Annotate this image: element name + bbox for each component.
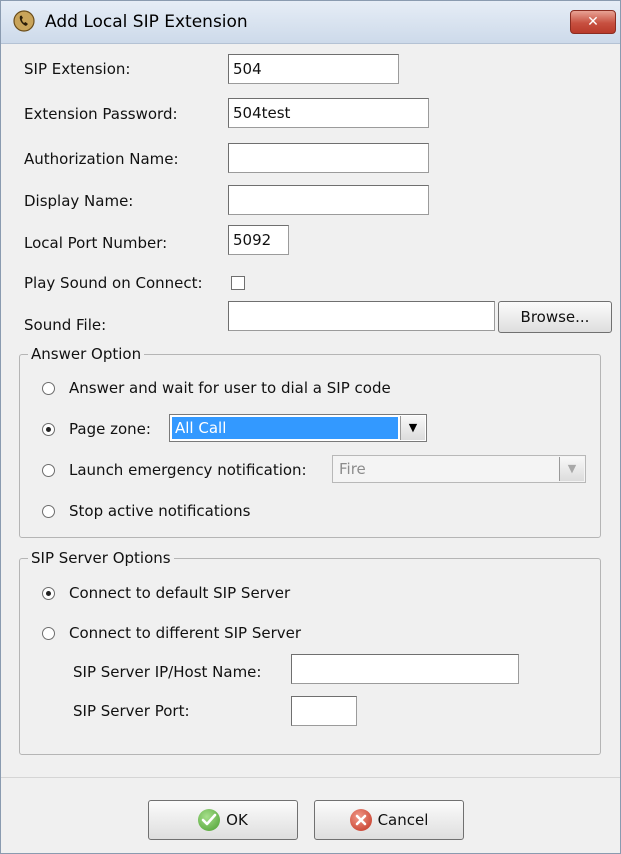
- chevron-down-icon: ▼: [559, 457, 584, 481]
- stop-notifications-radio[interactable]: [42, 505, 55, 518]
- checkmark-icon: [198, 808, 221, 831]
- display-name-label: Display Name:: [24, 192, 134, 210]
- browse-button[interactable]: Browse...: [498, 301, 612, 333]
- page-zone-radio[interactable]: [42, 423, 55, 436]
- sound-file-input[interactable]: [228, 301, 495, 331]
- cancel-x-icon: [349, 808, 372, 831]
- stop-notifications-label[interactable]: Stop active notifications: [69, 502, 250, 520]
- authorization-name-input[interactable]: [228, 143, 429, 173]
- default-server-radio[interactable]: [42, 587, 55, 600]
- sound-file-label: Sound File:: [24, 316, 107, 334]
- launch-emergency-label[interactable]: Launch emergency notification:: [69, 461, 307, 479]
- sip-phone-icon: [13, 10, 35, 32]
- server-port-label: SIP Server Port:: [73, 702, 190, 720]
- close-icon: ✕: [587, 14, 599, 30]
- ok-label: OK: [226, 811, 248, 829]
- play-sound-checkbox[interactable]: [231, 276, 245, 290]
- answer-option-legend: Answer Option: [28, 345, 145, 363]
- emergency-notification-select: Fire ▼: [332, 455, 586, 483]
- server-port-input[interactable]: [291, 696, 357, 726]
- cancel-label: Cancel: [377, 811, 429, 829]
- ok-button[interactable]: OK: [148, 800, 298, 840]
- default-server-label[interactable]: Connect to default SIP Server: [69, 584, 290, 602]
- title-bar[interactable]: Add Local SIP Extension ✕: [1, 1, 620, 44]
- page-zone-selected-value: All Call: [172, 417, 398, 439]
- server-host-label: SIP Server IP/Host Name:: [73, 663, 262, 681]
- sip-extension-label: SIP Extension:: [24, 60, 131, 78]
- answer-wait-label[interactable]: Answer and wait for user to dial a SIP c…: [69, 379, 391, 397]
- different-server-label[interactable]: Connect to different SIP Server: [69, 624, 301, 642]
- extension-password-label: Extension Password:: [24, 105, 178, 123]
- window-title: Add Local SIP Extension: [45, 12, 248, 32]
- dialog-window: Add Local SIP Extension ✕ SIP Extension:…: [0, 0, 621, 854]
- authorization-name-label: Authorization Name:: [24, 150, 179, 168]
- cancel-button[interactable]: Cancel: [314, 800, 464, 840]
- answer-option-group: Answer Option Answer and wait for user t…: [19, 345, 601, 538]
- launch-emergency-radio[interactable]: [42, 464, 55, 477]
- local-port-input[interactable]: 5092: [228, 225, 289, 255]
- different-server-radio[interactable]: [42, 627, 55, 640]
- emergency-selected-value: Fire: [339, 460, 366, 478]
- sip-server-options-group: SIP Server Options Connect to default SI…: [19, 549, 601, 755]
- play-sound-label: Play Sound on Connect:: [24, 274, 203, 292]
- answer-wait-radio[interactable]: [42, 382, 55, 395]
- close-button[interactable]: ✕: [570, 10, 616, 34]
- local-port-label: Local Port Number:: [24, 234, 168, 252]
- sip-extension-input[interactable]: 504: [228, 54, 399, 84]
- button-bar-separator: [1, 777, 620, 778]
- server-host-input[interactable]: [291, 654, 519, 684]
- page-zone-select[interactable]: All Call ▼: [169, 414, 427, 442]
- sip-server-options-legend: SIP Server Options: [28, 549, 174, 567]
- extension-password-input[interactable]: 504test: [228, 98, 429, 128]
- chevron-down-icon[interactable]: ▼: [400, 416, 425, 440]
- page-zone-label[interactable]: Page zone:: [69, 420, 151, 438]
- display-name-input[interactable]: [228, 185, 429, 215]
